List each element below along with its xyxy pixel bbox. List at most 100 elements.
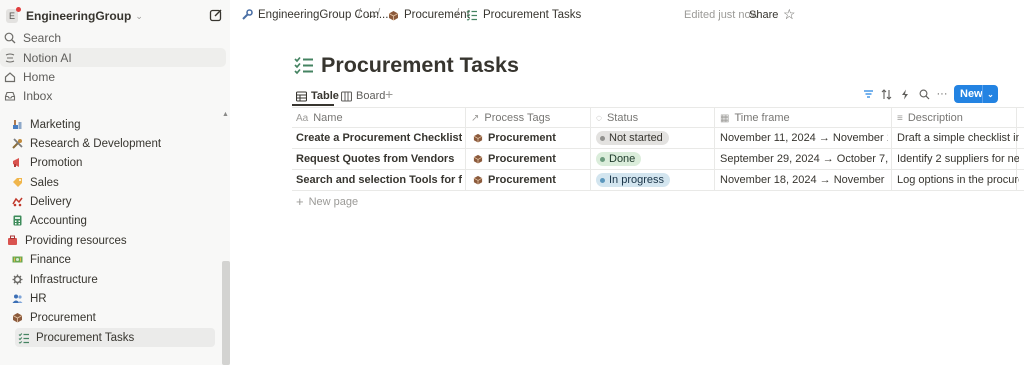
edited-status: Edited just now: [684, 9, 759, 21]
tab-table-label: Table: [311, 90, 339, 102]
chevron-down-icon[interactable]: ⌄: [982, 85, 998, 103]
table-row-status[interactable]: Not started: [596, 130, 669, 146]
table-column-divider: [714, 107, 715, 190]
status-dot: [600, 156, 605, 162]
nav-search[interactable]: Search: [0, 28, 226, 47]
favorite-star-icon[interactable]: ☆: [783, 6, 796, 23]
calculator-icon: [11, 214, 24, 227]
status-badge: Not started: [596, 131, 669, 145]
table-row-name[interactable]: Create a Procurement Checklist: [296, 130, 462, 146]
table-row-name[interactable]: Search and selection Tools for future pr…: [296, 172, 462, 188]
tree-item-promotion[interactable]: Promotion: [11, 153, 82, 172]
breadcrumb-separator: /: [456, 8, 460, 20]
nav-inbox-label: Inbox: [23, 88, 53, 103]
people-icon: [11, 292, 24, 305]
inbox-icon: [3, 89, 17, 103]
package-icon: [473, 175, 483, 185]
share-button[interactable]: Share: [749, 9, 778, 21]
megaphone-icon: [11, 156, 24, 169]
table-row-time[interactable]: November 11, 2024 → November 13, 2024: [720, 130, 888, 146]
package-icon: [473, 133, 483, 143]
table-row-description[interactable]: Draft a simple checklist in Notion: [897, 130, 1019, 146]
tree-item-label: Promotion: [30, 156, 83, 169]
tree-item-label: Marketing: [30, 118, 81, 131]
tree-item-finance[interactable]: Finance: [11, 250, 71, 269]
table-row-tag[interactable]: Procurement: [471, 172, 556, 188]
breadcrumb-label: Procurement Tasks: [483, 9, 582, 21]
tab-board[interactable]: Board: [340, 87, 385, 105]
table-row-description[interactable]: Identify 2 suppliers for necessary: [897, 151, 1019, 167]
new-button-label: New: [960, 88, 983, 100]
breadcrumb-ellipsis[interactable]: ...: [367, 8, 377, 20]
automation-lightning-icon[interactable]: [898, 87, 912, 101]
table-row-status[interactable]: In progress: [596, 172, 671, 188]
status-badge: Done: [596, 152, 642, 166]
calendar-icon: ▦: [720, 112, 730, 124]
workspace-avatar: E: [6, 7, 21, 23]
table-row-tag[interactable]: Procurement: [471, 151, 556, 167]
column-header-process-tags[interactable]: ↗ Process Tags: [471, 111, 550, 125]
new-page-compose-icon[interactable]: [209, 8, 223, 22]
nav-home[interactable]: Home: [0, 67, 226, 86]
tree-item-providing-resources[interactable]: Providing resources: [6, 231, 127, 250]
table-row-time[interactable]: November 18, 2024 → November 25, 2024: [720, 172, 888, 188]
new-button[interactable]: New ⌄: [954, 85, 998, 103]
new-page-button[interactable]: + New page: [296, 194, 358, 209]
notion-ai-icon: [3, 51, 17, 65]
text-lines-icon: ≡: [897, 112, 903, 124]
breadcrumb-procurement-tasks[interactable]: Procurement Tasks: [465, 8, 581, 22]
breadcrumb-separator: /: [377, 8, 381, 20]
search-icon[interactable]: [917, 87, 931, 101]
table-row-description[interactable]: Log options in the procurement: [897, 172, 1019, 188]
tree-item-infrastructure[interactable]: Infrastructure: [11, 270, 98, 289]
table-row-name[interactable]: Request Quotes from Vendors: [296, 151, 462, 167]
tab-table[interactable]: Table: [295, 87, 339, 105]
tree-item-delivery[interactable]: Delivery: [11, 192, 72, 211]
tree-item-accounting[interactable]: Accounting: [11, 211, 87, 230]
package-icon: [11, 311, 24, 324]
column-header-label: Status: [606, 112, 639, 124]
workspace-switcher[interactable]: E EngineeringGroup ⌄: [6, 7, 143, 25]
sort-icon[interactable]: [879, 87, 893, 101]
sidebar: E EngineeringGroup ⌄ Search Notion AI Ho…: [0, 0, 230, 365]
sales-icon: [11, 176, 24, 189]
column-header-label: Name: [313, 112, 343, 124]
column-header-description[interactable]: ≡ Description: [897, 111, 963, 125]
tree-item-sales[interactable]: Sales: [11, 173, 59, 192]
table-column-divider: [891, 107, 892, 190]
sidebar-scrollbar-thumb[interactable]: [222, 261, 230, 365]
more-options-icon[interactable]: ···: [935, 87, 949, 101]
tree-item-label: Finance: [30, 253, 71, 266]
tree-item-marketing[interactable]: Marketing: [11, 115, 81, 134]
nav-notion-ai[interactable]: Notion AI: [0, 48, 226, 67]
table-column-divider: [590, 107, 591, 190]
table-row-time[interactable]: September 29, 2024 → October 7, 2024: [720, 151, 888, 167]
filter-icon[interactable]: [861, 87, 875, 101]
tree-item-research[interactable]: Research & Development: [11, 134, 161, 153]
checklist-icon[interactable]: [294, 55, 314, 75]
column-header-status[interactable]: ◌ Status: [596, 111, 638, 125]
board-icon: [340, 90, 352, 102]
nav-inbox[interactable]: Inbox: [0, 86, 226, 105]
tree-item-label: Providing resources: [25, 234, 127, 247]
home-icon: [3, 70, 17, 84]
column-header-label: Time frame: [734, 112, 790, 124]
table-row-tag[interactable]: Procurement: [471, 130, 556, 146]
table-row-border: [292, 190, 1024, 191]
add-view-button[interactable]: +: [385, 86, 393, 102]
tree-item-procurement[interactable]: Procurement: [11, 308, 96, 327]
column-header-label: Description: [907, 112, 963, 124]
column-header-time-frame[interactable]: ▦ Time frame: [720, 111, 790, 125]
status-loader-icon: ◌: [596, 112, 602, 124]
relation-arrow-icon: ↗: [471, 112, 480, 124]
tag-label: Procurement: [488, 132, 556, 144]
column-header-label: Process Tags: [484, 112, 551, 124]
tree-item-hr[interactable]: HR: [11, 289, 47, 308]
table-header-border: [292, 127, 1024, 128]
column-header-name[interactable]: Aa Name: [296, 111, 343, 125]
tree-item-procurement-tasks[interactable]: Procurement Tasks: [15, 328, 215, 347]
workspace-name: EngineeringGroup: [26, 9, 132, 23]
page-title[interactable]: Procurement Tasks: [321, 53, 519, 78]
table-row-status[interactable]: Done: [596, 151, 642, 167]
scroll-up-arrow-icon[interactable]: ▲: [222, 111, 229, 118]
